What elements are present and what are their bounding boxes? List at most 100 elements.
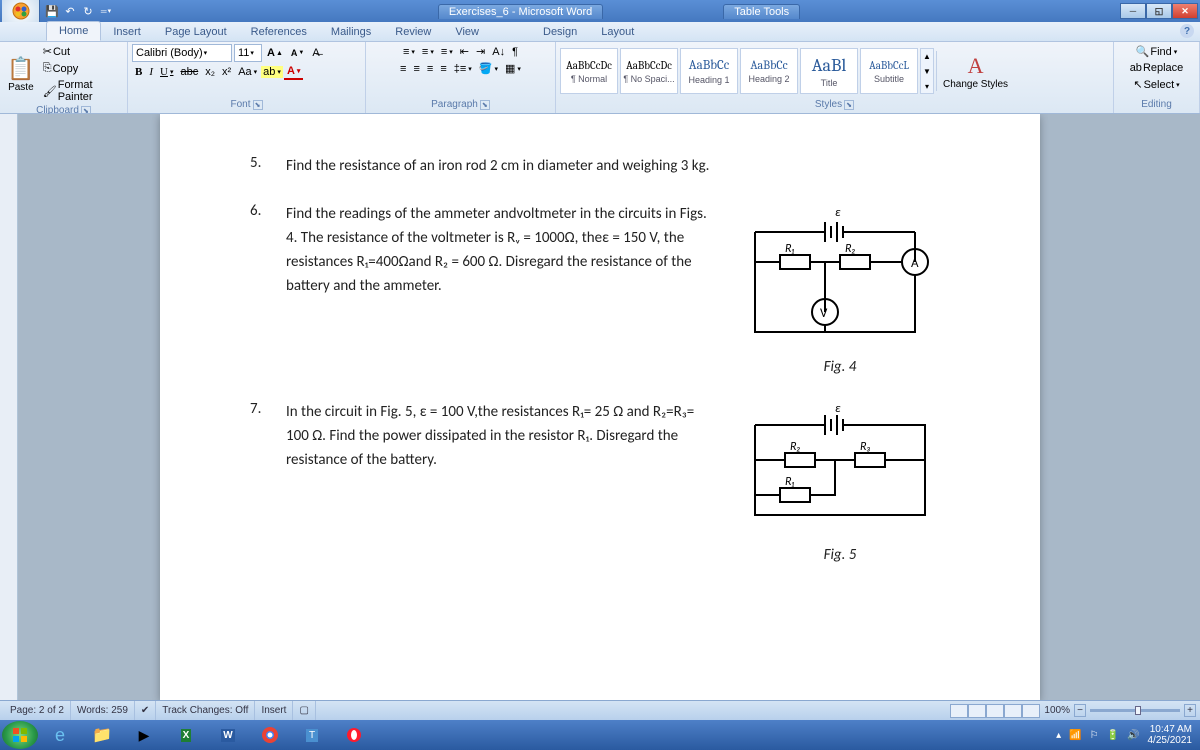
align-right-button[interactable]: ≡ bbox=[424, 61, 436, 76]
font-color-button[interactable]: A bbox=[284, 64, 303, 80]
task-opera[interactable] bbox=[334, 722, 374, 748]
shading-button[interactable]: 🪣 bbox=[476, 61, 501, 76]
view-print-layout[interactable] bbox=[950, 704, 968, 718]
paste-button[interactable]: 📋Paste bbox=[7, 56, 34, 93]
paragraph-dialog-launcher[interactable]: ⬊ bbox=[480, 100, 490, 110]
zoom-in-button[interactable]: + bbox=[1184, 704, 1196, 717]
multilevel-button[interactable]: ≡ bbox=[438, 44, 456, 59]
svg-text:R₁: R₁ bbox=[785, 242, 795, 256]
task-excel[interactable]: X bbox=[166, 722, 206, 748]
task-wmp[interactable]: ▶ bbox=[124, 722, 164, 748]
task-app1[interactable]: T bbox=[292, 722, 332, 748]
tab-references[interactable]: References bbox=[239, 23, 319, 41]
justify-button[interactable]: ≡ bbox=[437, 61, 449, 76]
tab-insert[interactable]: Insert bbox=[101, 23, 153, 41]
replace-icon: ab bbox=[1130, 62, 1142, 74]
status-words[interactable]: Words: 259 bbox=[71, 701, 135, 720]
strike-button[interactable]: abc bbox=[177, 65, 201, 79]
underline-button[interactable]: U bbox=[157, 65, 176, 79]
tray-clock[interactable]: 10:47 AM4/25/2021 bbox=[1148, 724, 1193, 746]
status-insert[interactable]: Insert bbox=[255, 701, 293, 720]
document-page[interactable]: 5. Find the resistance of an iron rod 2 … bbox=[160, 114, 1040, 700]
task-word[interactable]: W bbox=[208, 722, 248, 748]
superscript-button[interactable]: x² bbox=[219, 65, 234, 79]
status-proof[interactable]: ✔ bbox=[135, 701, 156, 720]
italic-button[interactable]: I bbox=[146, 65, 156, 79]
tray-battery-icon[interactable]: 🔋 bbox=[1107, 730, 1119, 741]
inc-indent-button[interactable]: ⇥ bbox=[473, 44, 488, 59]
window-title: Exercises_6 - Microsoft Word bbox=[438, 4, 603, 19]
select-button[interactable]: ↖Select bbox=[1130, 77, 1182, 92]
replace-button[interactable]: abReplace bbox=[1127, 61, 1187, 75]
tab-mailings[interactable]: Mailings bbox=[319, 23, 383, 41]
start-button[interactable] bbox=[2, 721, 38, 749]
change-styles-button[interactable]: A Change Styles bbox=[939, 53, 1012, 90]
line-spacing-button[interactable]: ‡≡ bbox=[451, 61, 475, 76]
close-button[interactable]: ✕ bbox=[1172, 3, 1198, 19]
minimize-button[interactable]: ─ bbox=[1120, 3, 1146, 19]
status-page[interactable]: Page: 2 of 2 bbox=[4, 701, 71, 720]
subscript-button[interactable]: x₂ bbox=[202, 65, 218, 79]
bold-button[interactable]: B bbox=[132, 65, 145, 79]
fig5-label: Fig. 5 bbox=[730, 546, 950, 564]
sort-button[interactable]: A↓ bbox=[489, 44, 508, 59]
status-track[interactable]: Track Changes: Off bbox=[156, 701, 255, 720]
tab-page-layout[interactable]: Page Layout bbox=[153, 23, 239, 41]
styles-scroll[interactable]: ▲▼▾ bbox=[920, 48, 934, 94]
copy-button[interactable]: ⎘Copy bbox=[40, 61, 123, 76]
grow-font-button[interactable]: A▲ bbox=[264, 46, 286, 60]
clear-format-button[interactable]: A̶ bbox=[309, 46, 322, 60]
qat-customize[interactable]: ═ bbox=[98, 3, 114, 19]
style-normal[interactable]: AaBbCcDc¶ Normal bbox=[560, 48, 618, 94]
qat-save[interactable]: 💾 bbox=[44, 3, 60, 19]
task-ie[interactable]: e bbox=[40, 722, 80, 748]
tray-network-icon[interactable]: 📶 bbox=[1069, 730, 1081, 741]
tab-layout[interactable]: Layout bbox=[589, 23, 646, 41]
help-icon[interactable]: ? bbox=[1180, 24, 1194, 38]
bullets-button[interactable]: ≡ bbox=[400, 44, 418, 59]
maximize-button[interactable]: ◱ bbox=[1146, 3, 1172, 19]
status-zoom[interactable]: 100% bbox=[1040, 705, 1074, 716]
style-subtitle[interactable]: AaBbCcLSubtitle bbox=[860, 48, 918, 94]
context-title: Table Tools bbox=[723, 4, 800, 19]
align-left-button[interactable]: ≡ bbox=[397, 61, 409, 76]
borders-button[interactable]: ▦ bbox=[502, 61, 524, 76]
zoom-out-button[interactable]: − bbox=[1074, 704, 1086, 717]
tab-home[interactable]: Home bbox=[46, 21, 101, 41]
view-outline[interactable] bbox=[1004, 704, 1022, 718]
qat-undo[interactable]: ↶ bbox=[62, 3, 78, 19]
tray-arrow-icon[interactable]: ▴ bbox=[1056, 730, 1061, 741]
view-web[interactable] bbox=[986, 704, 1004, 718]
task-chrome[interactable] bbox=[250, 722, 290, 748]
styles-dialog-launcher[interactable]: ⬊ bbox=[844, 100, 854, 110]
find-button[interactable]: 🔍Find bbox=[1133, 44, 1181, 59]
tray-volume-icon[interactable]: 🔊 bbox=[1127, 730, 1139, 741]
qat-redo[interactable]: ↻ bbox=[80, 3, 96, 19]
style-title[interactable]: AaBlTitle bbox=[800, 48, 858, 94]
font-name-combo[interactable]: Calibri (Body) bbox=[132, 44, 232, 62]
show-marks-button[interactable]: ¶ bbox=[509, 44, 521, 59]
font-size-combo[interactable]: 11 bbox=[234, 44, 262, 62]
status-macro[interactable]: ▢ bbox=[293, 701, 315, 720]
tab-design[interactable]: Design bbox=[531, 23, 589, 41]
dec-indent-button[interactable]: ⇤ bbox=[457, 44, 472, 59]
shrink-font-button[interactable]: A▼ bbox=[288, 47, 307, 59]
view-draft[interactable] bbox=[1022, 704, 1040, 718]
style-nospacing[interactable]: AaBbCcDc¶ No Spaci... bbox=[620, 48, 678, 94]
tab-review[interactable]: Review bbox=[383, 23, 443, 41]
highlight-button[interactable]: ab bbox=[261, 66, 283, 78]
office-button[interactable] bbox=[2, 0, 40, 22]
change-case-button[interactable]: Aa bbox=[235, 65, 260, 79]
format-painter-button[interactable]: 🖌Format Painter bbox=[40, 78, 123, 104]
align-center-button[interactable]: ≡ bbox=[410, 61, 422, 76]
view-fullscreen[interactable] bbox=[968, 704, 986, 718]
tab-view[interactable]: View bbox=[443, 23, 491, 41]
style-heading2[interactable]: AaBbCcHeading 2 bbox=[740, 48, 798, 94]
task-explorer[interactable]: 📁 bbox=[82, 722, 122, 748]
numbering-button[interactable]: ≡ bbox=[419, 44, 437, 59]
cut-button[interactable]: ✂Cut bbox=[40, 44, 123, 59]
tray-flag-icon[interactable]: ⚐ bbox=[1090, 730, 1099, 741]
zoom-slider[interactable] bbox=[1090, 709, 1180, 712]
style-heading1[interactable]: AaBbCcHeading 1 bbox=[680, 48, 738, 94]
font-dialog-launcher[interactable]: ⬊ bbox=[253, 100, 263, 110]
